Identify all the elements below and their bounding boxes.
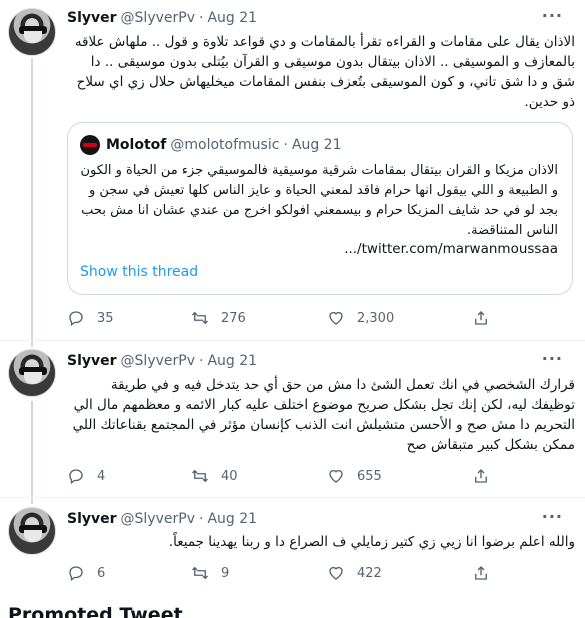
reply-count: 6 bbox=[97, 565, 106, 581]
quoted-author-name: Molotof bbox=[106, 137, 167, 153]
author-handle[interactable]: @SlyverPv bbox=[121, 353, 195, 369]
author-name[interactable]: Slyver bbox=[67, 353, 117, 369]
tweet-header: Slyver @SlyverPv · Aug 21 ··· bbox=[67, 507, 575, 529]
author-handle[interactable]: @SlyverPv bbox=[121, 511, 195, 527]
retweet-button[interactable]: 40 bbox=[191, 465, 238, 487]
retweet-icon bbox=[192, 566, 208, 580]
share-icon bbox=[475, 469, 487, 483]
share-icon bbox=[475, 566, 487, 580]
like-icon bbox=[329, 469, 343, 483]
reply-button[interactable]: 35 bbox=[67, 307, 114, 329]
tweet-date[interactable]: Aug 21 bbox=[207, 353, 257, 369]
reply-icon bbox=[69, 566, 83, 582]
quoted-avatar bbox=[80, 135, 100, 155]
retweet-icon bbox=[192, 469, 208, 483]
quoted-tweet[interactable]: Molotof @molotofmusic · Aug 21 الاذان مز… bbox=[67, 122, 573, 295]
tweet-date[interactable]: Aug 21 bbox=[207, 511, 257, 527]
tweet[interactable]: Slyver @SlyverPv · Aug 21 ··· الاذان يقا… bbox=[0, 0, 585, 340]
thread-connector-line bbox=[31, 401, 33, 498]
quoted-tweet-date: Aug 21 bbox=[291, 137, 342, 153]
like-icon bbox=[329, 566, 343, 580]
tweet-text: قرارك الشخصي في انك تعمل الشئ دا مش من ح… bbox=[72, 377, 575, 453]
thread-connector-line bbox=[31, 58, 33, 340]
share-button[interactable] bbox=[472, 465, 502, 487]
retweet-button[interactable]: 9 bbox=[191, 562, 229, 584]
reply-count: 4 bbox=[97, 468, 106, 484]
promoted-tweet-heading: Promoted Tweet bbox=[8, 604, 183, 618]
retweet-count: 40 bbox=[221, 468, 238, 484]
tweet-actions: 4 40 655 bbox=[67, 465, 575, 487]
separator-dot: · bbox=[199, 10, 204, 26]
tweet-text: الاذان يقال على مقامات و القراءه تقرأ با… bbox=[74, 34, 575, 110]
separator-dot: · bbox=[199, 353, 204, 369]
author-name[interactable]: Slyver bbox=[67, 511, 117, 527]
reply-count: 35 bbox=[97, 310, 114, 326]
more-options-icon[interactable]: ··· bbox=[542, 349, 563, 368]
author-handle[interactable]: @SlyverPv bbox=[121, 10, 195, 26]
reply-icon bbox=[69, 311, 83, 327]
avatar[interactable] bbox=[8, 349, 56, 397]
reply-button[interactable]: 4 bbox=[67, 465, 105, 487]
tweet[interactable]: Slyver @SlyverPv · Aug 21 ··· والله اعلم… bbox=[0, 497, 585, 597]
tweet-date[interactable]: Aug 21 bbox=[207, 10, 257, 26]
share-button[interactable] bbox=[472, 562, 502, 584]
like-button[interactable]: 2,300 bbox=[327, 307, 394, 329]
share-icon bbox=[475, 311, 487, 325]
quoted-tweet-text: الاذان مزيكا و القران بيتقال بمقامات شرق… bbox=[80, 163, 559, 238]
author-name[interactable]: Slyver bbox=[67, 10, 117, 26]
retweet-icon bbox=[192, 311, 208, 325]
reply-icon bbox=[69, 469, 83, 485]
retweet-count: 9 bbox=[221, 565, 230, 581]
like-count: 655 bbox=[357, 468, 382, 484]
retweet-button[interactable]: 276 bbox=[191, 307, 246, 329]
like-icon bbox=[329, 311, 343, 325]
separator-dot: · bbox=[199, 511, 204, 527]
tweet-header: Slyver @SlyverPv · Aug 21 ··· bbox=[67, 349, 575, 371]
like-count: 2,300 bbox=[357, 310, 395, 326]
tweet-text: والله اعلم برضوا انا زيي زي كتير زمايلي … bbox=[168, 534, 575, 550]
thread-connector-line bbox=[31, 341, 33, 347]
reply-button[interactable]: 6 bbox=[67, 562, 105, 584]
more-options-icon[interactable]: ··· bbox=[542, 507, 563, 526]
share-button[interactable] bbox=[472, 307, 502, 329]
show-thread-link[interactable]: Show this thread bbox=[80, 264, 198, 280]
like-button[interactable]: 655 bbox=[327, 465, 382, 487]
quoted-tweet-header: Molotof @molotofmusic · Aug 21 bbox=[106, 135, 341, 155]
retweet-count: 276 bbox=[221, 310, 246, 326]
separator-dot: · bbox=[283, 137, 288, 153]
quoted-author-handle: @molotofmusic bbox=[170, 137, 280, 153]
more-options-icon[interactable]: ··· bbox=[542, 6, 563, 25]
avatar[interactable] bbox=[8, 507, 56, 555]
tweet-actions: 6 9 422 bbox=[67, 562, 575, 584]
like-count: 422 bbox=[357, 565, 382, 581]
avatar[interactable] bbox=[8, 8, 56, 56]
like-button[interactable]: 422 bbox=[327, 562, 382, 584]
tweet[interactable]: Slyver @SlyverPv · Aug 21 ··· قرارك الشخ… bbox=[0, 340, 585, 498]
quoted-tweet-link[interactable]: .../twitter.com/marwanmoussaa bbox=[344, 241, 558, 257]
tweet-header: Slyver @SlyverPv · Aug 21 ··· bbox=[67, 6, 575, 28]
thread-connector-line bbox=[31, 498, 33, 504]
tweet-actions: 35 276 2,300 bbox=[67, 307, 575, 329]
